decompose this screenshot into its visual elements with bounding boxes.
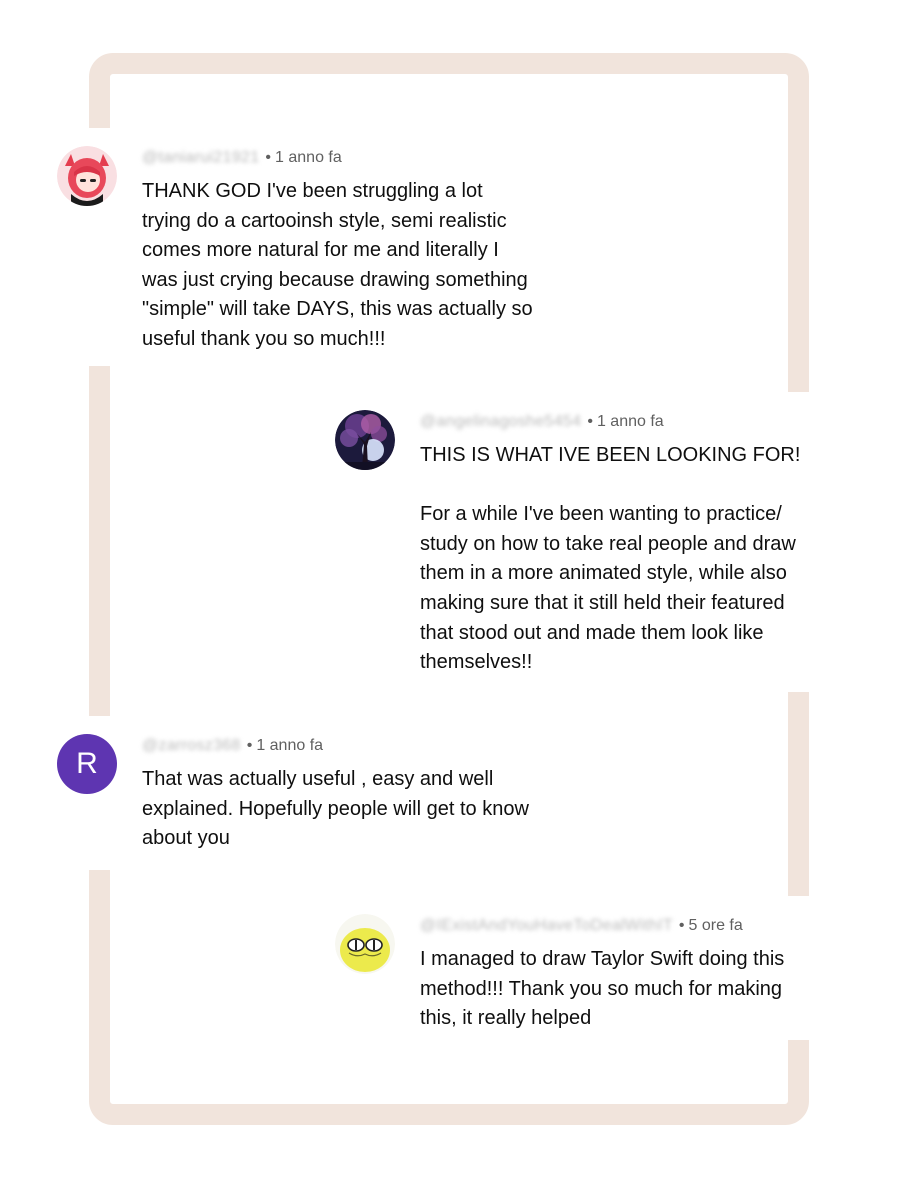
separator-dot: • [587,413,593,430]
user-avatar[interactable]: R [57,734,117,794]
user-avatar[interactable] [57,146,117,206]
user-avatar[interactable] [335,914,395,974]
comment-1: @taniarui21921 • 1 anno fa THANK GOD I've … [40,128,600,366]
comment-text: That was actually useful , easy and well… [142,768,529,850]
avatar-letter: R [76,747,98,780]
comment-meta: @IExistAndYouHaveToDealWithIT • 5 ore fa [420,914,870,938]
separator-dot: • [265,149,272,166]
yellow-cartoon-avatar-icon [335,914,395,974]
comment-author[interactable]: @IExistAndYouHaveToDealWithIT [420,914,673,938]
comment-2: @angelinagoshe5454 • 1 anno fa THIS IS WHA… [318,392,878,692]
comment-author[interactable]: @taniarui21921 [142,146,259,170]
comment-3: R @zarrosz368 • 1 anno fa That was actuall… [40,716,600,870]
comment-time[interactable]: 1 anno fa [597,413,664,430]
comment-text: THANK GOD I've been struggling a lot try… [142,180,533,350]
comment-meta: @zarrosz368 • 1 anno fa [142,734,592,758]
anime-girl-avatar-icon [57,146,117,206]
comment-text: THIS IS WHAT IVE BEEN LOOKING FOR! For a… [420,444,801,674]
comment-author[interactable]: @angelinagoshe5454 [420,410,581,434]
user-avatar[interactable] [335,410,395,470]
comment-time[interactable]: 1 anno fa [275,149,342,166]
separator-dot: • [678,917,685,934]
comment-meta: @taniarui21921 • 1 anno fa [142,146,592,170]
comment-time[interactable]: 1 anno fa [256,737,323,754]
separator-dot: • [246,737,253,754]
comment-time[interactable]: 5 ore fa [689,917,743,934]
comment-author[interactable]: @zarrosz368 [142,734,241,758]
comment-text: I managed to draw Taylor Swift doing thi… [420,948,785,1030]
comment-4: @IExistAndYouHaveToDealWithIT • 5 ore fa I… [318,896,878,1040]
comment-meta: @angelinagoshe5454 • 1 anno fa [420,410,870,434]
tree-night-avatar-icon [335,410,395,470]
